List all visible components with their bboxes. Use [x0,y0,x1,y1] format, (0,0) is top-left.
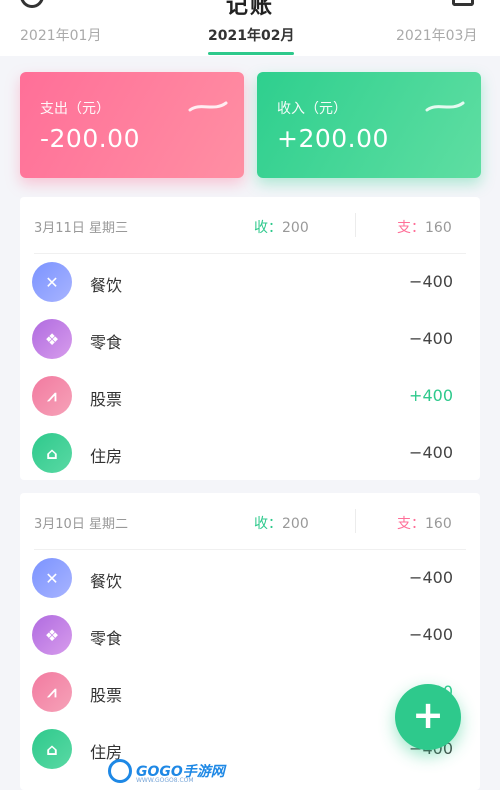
income-value: +200.00 [277,124,389,153]
month-tabs: 2021年01月 2021年02月 2021年03月 [0,25,500,55]
expense-key: 支： [397,516,425,532]
category-label: 零食 [90,333,123,352]
category-label: 住房 [90,447,123,466]
day-date: 3月11日 星期三 [34,221,128,236]
day-header: 3月11日 星期三 收：200 支：160 [20,197,480,253]
watermark-logo: GOGO手游网 WWW.GOGO8.COM [108,757,248,785]
category-label: 股票 [90,390,123,409]
income-key: 收： [254,516,282,532]
logo-icon [108,759,132,783]
category-label: 零食 [90,629,123,648]
item-amount: −400 [409,272,453,291]
calendar-icon[interactable] [452,0,474,6]
list-item[interactable]: ✕ 餐饮 −400 [20,258,480,308]
tab-2021-01[interactable]: 2021年01月 [20,25,101,45]
house-icon: ⌂ [32,729,72,769]
wave-icon [425,101,465,112]
item-amount: −400 [409,329,453,348]
divider [34,549,466,550]
expense-label: 支出（元） [40,101,110,117]
category-label: 餐饮 [90,276,123,295]
watermark-subtext: WWW.GOGO8.COM [136,777,194,784]
add-record-button[interactable]: + [395,684,461,750]
page-title: 记账 [225,0,274,19]
list-item[interactable]: ✕ 餐饮 −400 [20,554,480,604]
utensils-icon: ✕ [32,558,72,598]
tab-2021-03[interactable]: 2021年03月 [396,25,477,45]
list-item[interactable]: ⌂ 住房 −400 [20,429,480,479]
tab-2021-02[interactable]: 2021年02月 [208,25,294,45]
stock-chart-icon: ⩘ [32,376,72,416]
income-amount: 200 [282,220,309,236]
day-expense-total: 支：160 [397,217,452,237]
list-item[interactable]: ⩘ 股票 +400 [20,372,480,422]
day-header: 3月10日 星期二 收：200 支：160 [20,493,480,549]
divider [355,213,356,237]
expense-amount: 160 [425,516,452,532]
expense-value: -200.00 [40,124,140,153]
income-summary-card[interactable]: 收入（元） +200.00 [257,72,481,178]
day-date: 3月10日 星期二 [34,517,128,532]
income-label: 收入（元） [277,101,347,117]
list-item[interactable]: ❖ 零食 −400 [20,315,480,365]
expense-key: 支： [397,220,425,236]
day-income-total: 收：200 [254,513,309,533]
top-bar: 记账 2021年01月 2021年02月 2021年03月 [0,0,500,56]
candy-icon: ❖ [32,319,72,359]
item-amount: −400 [409,443,453,462]
item-amount: +400 [409,386,453,405]
list-item[interactable]: ❖ 零食 −400 [20,611,480,661]
day-expense-total: 支：160 [397,513,452,533]
day-income-total: 收：200 [254,217,309,237]
day-card: 3月11日 星期三 收：200 支：160 ✕ 餐饮 −400 ❖ 零食 −40… [20,197,480,480]
house-icon: ⌂ [32,433,72,473]
stock-chart-icon: ⩘ [32,672,72,712]
expense-amount: 160 [425,220,452,236]
wave-icon [188,101,228,112]
utensils-icon: ✕ [32,262,72,302]
item-amount: −400 [409,625,453,644]
divider [34,253,466,254]
category-label: 餐饮 [90,572,123,591]
expense-summary-card[interactable]: 支出（元） -200.00 [20,72,244,178]
category-label: 股票 [90,686,123,705]
income-amount: 200 [282,516,309,532]
income-key: 收： [254,220,282,236]
item-amount: −400 [409,568,453,587]
active-tab-indicator [208,52,294,55]
candy-icon: ❖ [32,615,72,655]
divider [355,509,356,533]
